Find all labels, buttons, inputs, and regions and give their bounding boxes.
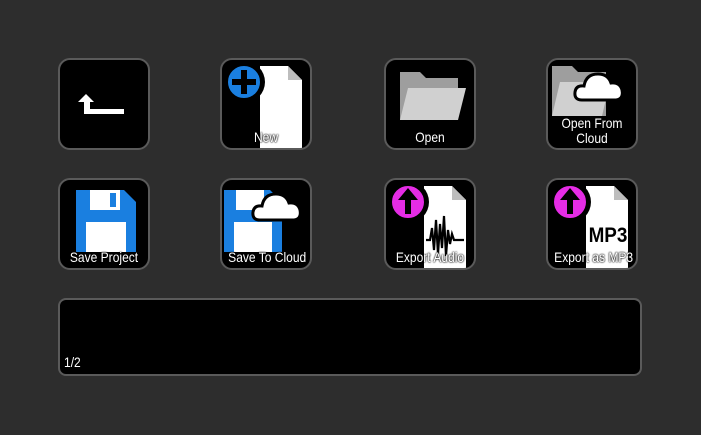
save-project-label: Save Project bbox=[69, 249, 139, 265]
export-audio-label: Export Audio bbox=[395, 249, 465, 265]
new-label: New bbox=[253, 129, 279, 145]
open-from-cloud-label-line1: Open From bbox=[561, 115, 623, 131]
mp3-icon-text: MP3 bbox=[588, 224, 628, 247]
export-mp3-key[interactable]: MP3 Export as MP3 bbox=[546, 178, 638, 270]
back-key[interactable] bbox=[58, 58, 150, 150]
page-bar[interactable]: 1/2 bbox=[58, 298, 642, 376]
back-arrow-icon bbox=[78, 94, 124, 114]
save-project-key[interactable]: Save Project bbox=[58, 178, 150, 270]
open-key[interactable]: Open bbox=[384, 58, 476, 150]
open-from-cloud-key[interactable]: Open From Cloud bbox=[546, 58, 638, 150]
export-audio-key[interactable]: Export Audio bbox=[384, 178, 476, 270]
export-mp3-label: Export as MP3 bbox=[554, 249, 634, 265]
new-key[interactable]: New bbox=[220, 58, 312, 150]
open-from-cloud-label-line2: Cloud bbox=[576, 130, 608, 146]
save-to-cloud-label: Save To Cloud bbox=[228, 249, 307, 265]
page-indicator: 1/2 bbox=[64, 354, 81, 370]
open-label: Open bbox=[415, 129, 445, 145]
save-to-cloud-key[interactable]: Save To Cloud bbox=[220, 178, 312, 270]
open-from-cloud-label: Open From Cloud bbox=[554, 116, 630, 146]
